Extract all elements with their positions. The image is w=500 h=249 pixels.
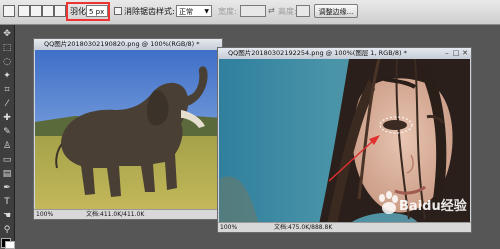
status-bar: 100% 文档:475.0K/888.8K — [218, 222, 471, 232]
move-tool-icon[interactable]: ✥ — [2, 29, 12, 39]
maximize-icon[interactable]: □ — [452, 50, 460, 57]
lasso-tool-icon[interactable]: ◌ — [2, 57, 12, 67]
healing-brush-tool-icon[interactable]: ✚ — [2, 113, 12, 123]
document-title[interactable]: QQ图片20180302190820.png @ 100%(RGB/8) * — [34, 39, 222, 50]
style-label: 样式: — [156, 7, 175, 16]
document-title[interactable]: QQ图片20180302192254.png @ 100%(图层 1, RGB/… — [218, 48, 471, 59]
marquee-tool-preset-icon[interactable] — [3, 5, 15, 17]
swap-icon[interactable]: ⇄ — [268, 6, 275, 15]
zoom-level[interactable]: 100% — [220, 223, 237, 232]
zoom-level[interactable]: 100% — [36, 210, 53, 219]
style-select-value: 正常 — [179, 8, 193, 16]
elephant-image — [35, 50, 221, 209]
crop-tool-icon[interactable]: ⌗ — [2, 85, 12, 95]
style-select[interactable]: 正常 ▼ — [176, 5, 212, 17]
options-bar: 羽化: 5 px 消除锯齿 样式: 正常 ▼ 宽度: ⇄ 高度: 调整边缘... — [0, 0, 500, 25]
pen-tool-icon[interactable]: ✒ — [2, 183, 12, 193]
refine-edge-button[interactable]: 调整边缘... — [314, 4, 358, 18]
doc-size-info[interactable]: 文档:475.0K/888.8K — [274, 223, 332, 232]
document-window-elephant[interactable]: QQ图片20180302190820.png @ 100%(RGB/8) * 1… — [33, 38, 223, 220]
magic-wand-tool-icon[interactable]: ✦ — [2, 71, 12, 81]
background-color-swatch[interactable] — [5, 241, 15, 249]
antialias-checkbox[interactable] — [114, 7, 122, 15]
doc-size-info[interactable]: 文档:411.0K/411.0K — [86, 210, 144, 219]
selection-mode-intersect-icon[interactable] — [54, 5, 66, 17]
selection-mode-new-icon[interactable] — [18, 5, 30, 17]
eyedropper-tool-icon[interactable]: ⁄ — [2, 99, 12, 109]
eraser-tool-icon[interactable]: ▭ — [2, 155, 12, 165]
watermark-text: Baidu经验 — [399, 199, 467, 214]
status-bar: 100% 文档:411.0K/411.0K — [34, 209, 222, 219]
close-icon[interactable]: ✕ — [461, 50, 469, 57]
feather-highlight-box — [66, 2, 110, 21]
chevron-down-icon: ▼ — [204, 8, 209, 15]
height-input[interactable] — [296, 5, 310, 17]
clone-stamp-tool-icon[interactable]: ♙ — [2, 141, 12, 151]
selection-mode-add-icon[interactable] — [30, 5, 42, 17]
height-label: 高度: — [278, 7, 297, 16]
minimize-icon[interactable]: – — [443, 50, 451, 57]
hand-tool-icon[interactable]: ☚ — [2, 211, 12, 221]
type-tool-icon[interactable]: T — [2, 197, 12, 207]
baidu-watermark: Baidu经验 — [375, 190, 467, 218]
zoom-tool-icon[interactable]: ⚲ — [2, 225, 12, 235]
width-input[interactable] — [240, 5, 266, 17]
width-label: 宽度: — [218, 7, 237, 16]
antialias-label: 消除锯齿 — [124, 7, 156, 16]
elephant-canvas[interactable] — [35, 50, 221, 209]
baidu-paw-icon — [379, 191, 398, 214]
marquee-tool-icon[interactable]: ⬚ — [2, 43, 12, 53]
document-window-portrait[interactable]: QQ图片20180302192254.png @ 100%(图层 1, RGB/… — [217, 47, 472, 233]
selection-mode-subtract-icon[interactable] — [42, 5, 54, 17]
brush-tool-icon[interactable]: ✎ — [2, 127, 12, 137]
toolbox: ✥ ⬚ ◌ ✦ ⌗ ⁄ ✚ ✎ ♙ ▭ ▤ ✒ T ☚ ⚲ — [0, 25, 15, 249]
gradient-tool-icon[interactable]: ▤ — [2, 169, 12, 179]
